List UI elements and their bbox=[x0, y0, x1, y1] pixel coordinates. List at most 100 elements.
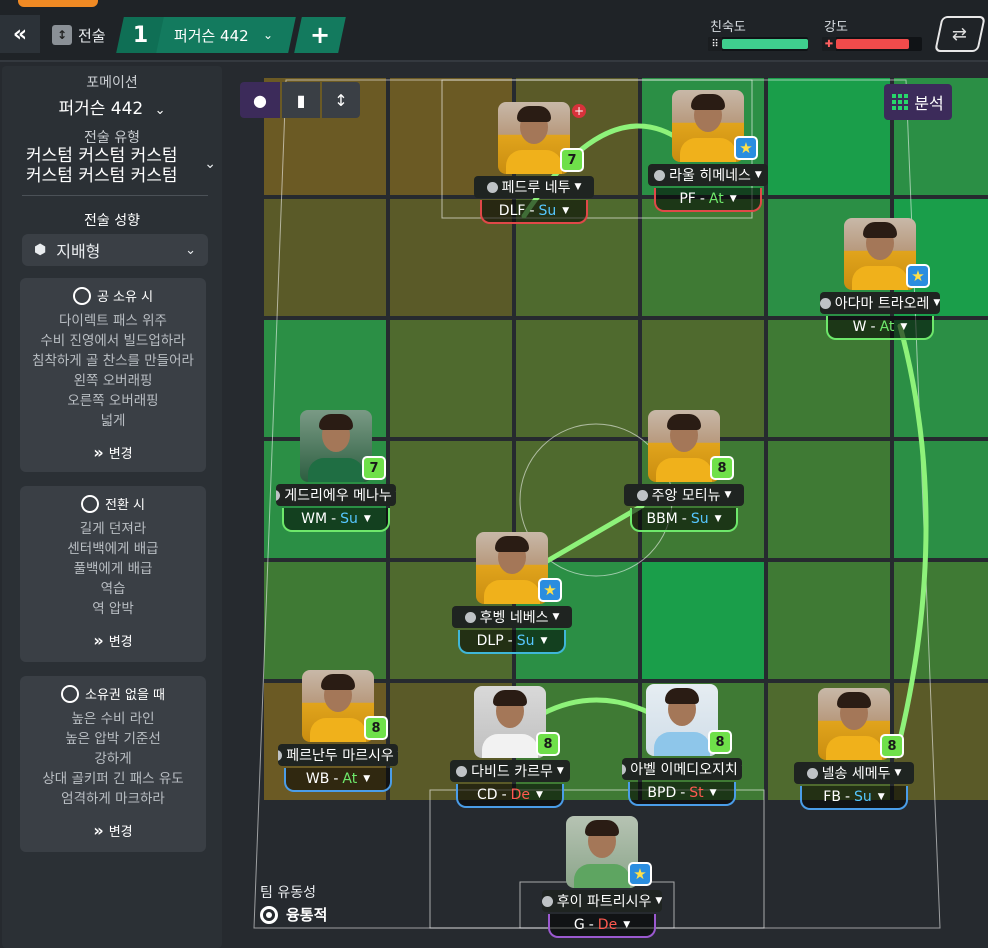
person-icon bbox=[654, 169, 666, 181]
plus-icon[interactable]: + bbox=[572, 104, 586, 118]
tactics-pitch: ● ▮ ↕ 분석 +7 페드루 네투 ▼ DLF - Su ▼ ★ 라울 히메네스 ▼ PF - At ▼… bbox=[224, 66, 988, 948]
heatmap-zone bbox=[768, 78, 890, 195]
player-role-dropdown[interactable]: BBM - Su ▼ bbox=[630, 508, 738, 532]
player-name: 후이 파트리시우 bbox=[556, 894, 652, 910]
tactic-style-dropdown[interactable]: 커스텀 커스텀 커스텀 커스텀 커스텀 커스텀 ⌄ bbox=[26, 146, 216, 186]
role-duty: At bbox=[708, 191, 724, 207]
player-card[interactable]: 8 아벨 이메디오지치▼BPD-St▼ bbox=[622, 684, 742, 808]
player-role-dropdown[interactable]: WB - At ▼ bbox=[284, 768, 392, 792]
caret-down-icon: ▼ bbox=[754, 170, 762, 180]
caret-down-icon: ▼ bbox=[562, 206, 570, 216]
in-transition-change-button[interactable]: » 변경 bbox=[20, 631, 206, 650]
familiarity-fill bbox=[722, 39, 808, 49]
player-card[interactable]: 8 넬송 세메두 ▼ FB - Su ▼ bbox=[794, 688, 914, 812]
caret-down-icon: ▼ bbox=[536, 790, 543, 800]
player-card[interactable]: 8페르난두 마르시우▼WB-At▼ bbox=[278, 670, 398, 794]
star-icon: ★ bbox=[628, 862, 652, 886]
player-role-dropdown[interactable]: DLP - Su ▼ bbox=[458, 630, 566, 654]
player-name-dropdown[interactable]: 주앙 모티뉴 ▼ bbox=[624, 484, 744, 506]
add-tactic-button[interactable]: + bbox=[294, 17, 346, 53]
intensity-meter[interactable]: ✚ bbox=[822, 37, 922, 51]
player-name-dropdown[interactable]: 다비드 카르무 ▼ bbox=[450, 760, 570, 782]
player-name-dropdown[interactable]: 라울 히메네스 ▼ bbox=[648, 164, 768, 186]
caret-down-icon: ▼ bbox=[363, 774, 371, 784]
familiarity-label: 친숙도 bbox=[710, 20, 746, 35]
instruction-item: 역습 bbox=[100, 581, 126, 597]
bar-chart-icon: ▮ bbox=[296, 90, 306, 110]
player-card[interactable]: +7 페드루 네투 ▼ DLF - Su ▼ bbox=[474, 102, 594, 226]
double-chevron-left-icon: « bbox=[12, 21, 28, 47]
player-card[interactable]: 8 다비드 카르무 ▼ CD - De ▼ bbox=[450, 686, 570, 810]
formation-label: 포메이션 bbox=[86, 75, 138, 91]
player-name-dropdown[interactable]: 페드루 네투 ▼ bbox=[474, 176, 594, 198]
formation-dropdown[interactable]: 퍼거슨 442 ⌄ bbox=[2, 94, 222, 119]
role-duty: Su bbox=[538, 203, 557, 219]
tactic-label: 전술 bbox=[78, 26, 106, 45]
player-name-dropdown[interactable]: 후벵 네베스 ▼ bbox=[452, 606, 572, 628]
tactic-menu[interactable]: ↕ 전술 bbox=[52, 20, 106, 50]
rating-badge: 7 bbox=[362, 456, 386, 480]
caret-down-icon: ▼ bbox=[655, 896, 662, 906]
out-of-possession-change-button[interactable]: » 변경 bbox=[20, 821, 206, 840]
team-fluidity[interactable]: 팀 유동성 융통적 bbox=[260, 882, 327, 925]
player-name: 다비드 카르무 bbox=[471, 764, 553, 780]
role-position: WM bbox=[301, 511, 328, 527]
caret-down-icon: ▼ bbox=[724, 490, 732, 500]
person-icon bbox=[542, 895, 553, 907]
chevron-down-icon: ⌄ bbox=[154, 103, 166, 118]
rating-badge: 8 bbox=[880, 734, 904, 758]
player-card[interactable]: ★ 아다마 트라오레 ▼ W - At ▼ bbox=[820, 218, 940, 342]
player-name-dropdown[interactable]: 넬송 세메두 ▼ bbox=[794, 762, 914, 784]
role-position: BPD bbox=[647, 785, 677, 801]
role-position: DLF bbox=[498, 203, 526, 219]
player-name-dropdown[interactable]: 페르난두 마르시우▼ bbox=[278, 744, 398, 766]
person-icon bbox=[464, 611, 476, 623]
rating-badge: 8 bbox=[708, 730, 732, 754]
instruction-item: 길게 던져라 bbox=[79, 521, 147, 537]
role-position: CD bbox=[477, 787, 498, 803]
player-role-dropdown[interactable]: G - De ▼ bbox=[548, 914, 656, 938]
analysis-button[interactable]: 분석 bbox=[884, 84, 952, 120]
player-card[interactable]: ★ 후벵 네베스 ▼ DLP - Su ▼ bbox=[452, 532, 572, 656]
player-role-dropdown[interactable]: WM - Su ▼ bbox=[282, 508, 390, 532]
stats-view-button[interactable]: ▮ bbox=[282, 82, 320, 118]
role-duty: De bbox=[510, 787, 531, 803]
player-role-dropdown[interactable]: CD - De ▼ bbox=[456, 784, 564, 808]
out-of-possession-list: 높은 수비 라인 높은 압박 기준선 강하게 상대 골키퍼 긴 패스 유도 엄격하게 마… bbox=[20, 709, 206, 809]
star-icon: ★ bbox=[906, 264, 930, 288]
instruction-item: 넓게 bbox=[100, 413, 126, 429]
tactic-formation-dropdown[interactable]: 퍼거슨 442 ⌄ bbox=[156, 17, 296, 53]
caret-down-icon: ▼ bbox=[933, 298, 940, 308]
player-role-dropdown[interactable]: DLF - Su ▼ bbox=[480, 200, 588, 224]
rating-badge: 8 bbox=[710, 456, 734, 480]
player-name-dropdown[interactable]: 게드리에우 메나누▼ bbox=[276, 484, 396, 506]
role-position: DLP bbox=[476, 633, 504, 649]
player-role-dropdown[interactable]: BPD - St ▼ bbox=[628, 782, 736, 806]
player-name-dropdown[interactable]: 후이 파트리시우 ▼ bbox=[542, 890, 662, 912]
player-card[interactable]: ★ 라울 히메네스 ▼ PF - At ▼ bbox=[648, 90, 768, 214]
player-card[interactable]: 7 게드리에우 메나누▼WM-Su▼ bbox=[276, 410, 396, 534]
in-possession-change-button[interactable]: » 변경 bbox=[20, 443, 206, 462]
player-role-dropdown[interactable]: W - At ▼ bbox=[826, 316, 934, 340]
player-name-dropdown[interactable]: 아벨 이메디오지치▼ bbox=[622, 758, 742, 780]
caret-down-icon: ▼ bbox=[729, 194, 737, 204]
player-card[interactable]: 8 주앙 모티뉴 ▼ BBM - Su ▼ bbox=[624, 410, 744, 534]
swap-arrows-icon: ⇄ bbox=[952, 23, 968, 45]
person-icon bbox=[636, 489, 648, 501]
player-role-dropdown[interactable]: PF - At ▼ bbox=[654, 188, 762, 212]
heatmap-zone bbox=[264, 562, 386, 679]
swap-button[interactable]: ⇄ bbox=[934, 16, 986, 52]
heatmap-zone bbox=[642, 199, 764, 316]
player-role-dropdown[interactable]: FB - Su ▼ bbox=[800, 786, 908, 810]
player-name-dropdown[interactable]: 아다마 트라오레 ▼ bbox=[820, 292, 940, 314]
player-view-button[interactable]: ● bbox=[240, 82, 280, 118]
collapse-panel-button[interactable]: « bbox=[0, 15, 40, 53]
tactic-board-button[interactable]: ↕ bbox=[322, 82, 360, 118]
person-icon bbox=[276, 489, 281, 501]
mentality-dropdown[interactable]: ⬢ 지배형 ⌄ bbox=[22, 234, 208, 266]
player-card[interactable]: ★ 후이 파트리시우 ▼ G - De ▼ bbox=[542, 816, 662, 940]
role-duty: At bbox=[879, 319, 895, 335]
role-position: G bbox=[573, 917, 585, 933]
role-duty: Su bbox=[854, 789, 872, 805]
familiarity-meter[interactable]: ⠿ bbox=[708, 37, 808, 51]
